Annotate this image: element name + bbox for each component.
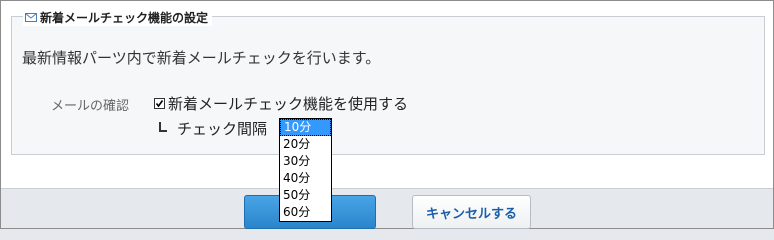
mail-icon	[25, 12, 37, 22]
interval-option[interactable]: 30分	[280, 153, 331, 170]
cancel-button[interactable]: キャンセルする	[412, 195, 531, 229]
section-description: 最新情報パーツ内で新着メールチェックを行います。	[22, 49, 381, 67]
interval-dropdown-list[interactable]: 10分 20分 30分 40分 50分 60分	[279, 118, 332, 222]
interval-label: チェック間隔	[177, 120, 268, 138]
mail-check-checkbox-label[interactable]: 新着メールチェック機能を使用する	[168, 93, 408, 114]
interval-option[interactable]: 10分	[280, 119, 331, 136]
mail-check-checkbox[interactable]	[154, 98, 165, 109]
interval-option[interactable]: 60分	[280, 204, 331, 221]
interval-option[interactable]: 20分	[280, 136, 331, 153]
mail-check-label: メールの確認	[51, 99, 130, 114]
mail-check-option[interactable]: 新着メールチェック機能を使用する	[154, 93, 408, 114]
interval-option[interactable]: 40分	[280, 170, 331, 187]
settings-window: 新着メールチェック機能の設定 最新情報パーツ内で新着メールチェックを行います。 …	[0, 0, 774, 229]
checkmark-icon	[155, 100, 164, 108]
interval-row: チェック間隔	[159, 118, 267, 139]
interval-option[interactable]: 50分	[280, 187, 331, 204]
settings-content: 新着メールチェック機能の設定 最新情報パーツ内で新着メールチェックを行います。 …	[1, 1, 773, 189]
settings-fieldset	[11, 16, 765, 155]
section-title: 新着メールチェック機能の設定	[40, 10, 209, 25]
section-legend: 新着メールチェック機能の設定	[23, 8, 213, 26]
branch-icon	[159, 121, 167, 132]
